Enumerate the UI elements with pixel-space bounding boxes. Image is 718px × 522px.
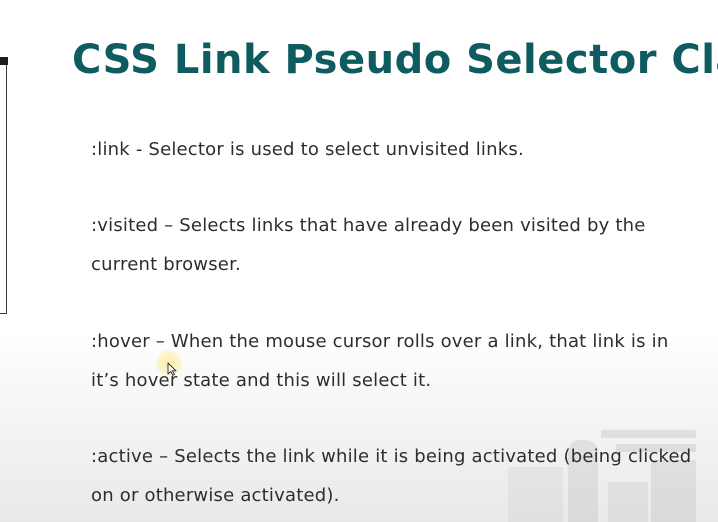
left-panel-tab [0, 57, 8, 65]
mouse-pointer-icon [167, 362, 177, 376]
left-panel-edge [0, 58, 7, 314]
slide-title: CSS Link Pseudo Selector Class [72, 37, 718, 83]
bullet-link: :link - Selector is used to select unvis… [91, 139, 524, 160]
presentation-slide: CSS Link Pseudo Selector Class :link - S… [0, 0, 718, 522]
bullet-visited: :visited – Selects links that have alrea… [91, 215, 646, 275]
bullet-active: :active – Selects the link while it is b… [91, 446, 692, 506]
bullet-hover: :hover – When the mouse cursor rolls ove… [91, 331, 669, 391]
